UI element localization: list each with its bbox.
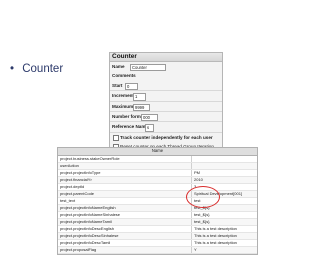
start-label: Start xyxy=(112,82,123,88)
table-row[interactable]: project.projectInfoNameTamil test_${s} xyxy=(58,218,257,226)
row-name-cell: project.proposalFlag xyxy=(60,246,97,252)
comments-row: Comments xyxy=(110,71,222,80)
bullet-label: Counter xyxy=(22,63,64,75)
row-value-cell[interactable]: This is a test description xyxy=(191,232,257,239)
table-row[interactable]: project.projectInfoType PM xyxy=(58,169,257,177)
row-name-cell: project.projectInfoDescEnglish xyxy=(60,225,115,231)
row-name-cell: project.projectInfoNameEnglish xyxy=(60,204,116,210)
table-row[interactable]: userAction xyxy=(58,162,257,170)
name-row: Name Counter xyxy=(110,62,222,72)
highlight-circle xyxy=(186,186,220,208)
table-row[interactable]: project.projectInfoDescEnglish This is a … xyxy=(58,225,257,233)
row-value-cell[interactable] xyxy=(191,155,257,162)
bullet-item: • Counter xyxy=(10,63,63,75)
row-name-cell: userAction xyxy=(60,162,79,168)
row-value-cell[interactable]: This is a test description xyxy=(191,225,257,232)
start-row: Start 0 xyxy=(110,81,222,92)
parameters-table: Name project.business.stakeOwnerRole user… xyxy=(57,147,258,255)
table-header: Name xyxy=(58,148,257,156)
counter-title: Counter xyxy=(110,53,222,62)
row-name-cell: project.parentCode xyxy=(60,190,95,196)
increment-row: Increment 1 xyxy=(110,91,222,102)
table-row[interactable]: project.parentCode Spiritual Development[… xyxy=(58,190,257,198)
name-label: Name xyxy=(112,64,125,69)
row-name-cell: project.projectInfoType xyxy=(60,169,101,175)
number-format-label: Number format xyxy=(112,113,145,119)
number-format-row: Number format 000 xyxy=(110,112,222,123)
table-row[interactable]: project.projectInfoDescTamil This is a te… xyxy=(58,239,257,247)
track-counter-row: Track counter independently for each use… xyxy=(110,133,222,142)
name-field[interactable]: Counter xyxy=(130,64,166,72)
row-value-cell[interactable]: Y xyxy=(191,246,257,253)
table-row[interactable]: project.proposalFlag Y xyxy=(58,246,257,254)
track-counter-label: Track counter independently for each use… xyxy=(120,134,213,140)
row-value-cell[interactable]: test_${s} xyxy=(191,211,257,218)
maximum-row: Maximum 9999 xyxy=(110,102,222,112)
reference-name-label: Reference Name xyxy=(112,124,149,130)
reference-name-row: Reference Name s xyxy=(110,122,222,133)
row-value-cell[interactable]: test_${s} xyxy=(191,218,257,225)
increment-label: Increment xyxy=(112,93,134,99)
row-value-cell[interactable] xyxy=(191,162,257,169)
row-value-cell[interactable]: This is a test description xyxy=(191,239,257,246)
row-name-cell: project.projectInfoNameTamil xyxy=(60,218,112,224)
comments-label: Comments xyxy=(112,73,136,79)
table-row[interactable]: project.projectInfoNameEnglish test_${s} xyxy=(58,204,257,212)
row-name-cell: project.projectInfoNameSinhalese xyxy=(60,211,121,217)
row-name-cell: project.business.stakeOwnerRole xyxy=(60,155,120,161)
row-value-cell[interactable]: 2010 xyxy=(191,176,257,183)
table-body: project.business.stakeOwnerRole userActio… xyxy=(58,155,257,254)
row-name-cell: test_text xyxy=(60,197,76,203)
maximum-field[interactable]: 9999 xyxy=(133,103,150,111)
table-row[interactable]: project.business.stakeOwnerRole xyxy=(58,155,257,163)
table-row[interactable]: project.deptId 3 xyxy=(58,183,257,191)
bullet-dot: • xyxy=(10,63,15,75)
table-row[interactable]: project.projectInfoNameSinhalese test_${s… xyxy=(58,211,257,219)
start-field[interactable]: 0 xyxy=(125,82,138,91)
row-name-cell: project.deptId xyxy=(60,183,85,189)
row-value-cell[interactable]: PM xyxy=(191,169,257,176)
track-counter-checkbox[interactable] xyxy=(113,134,119,141)
number-format-field[interactable]: 000 xyxy=(141,113,158,122)
row-name-cell: project.projectInfoDescTamil xyxy=(60,239,111,245)
table-row[interactable]: project.financialYr 2010 xyxy=(58,176,257,184)
row-name-cell: project.projectInfoDescSinhalese xyxy=(60,232,119,238)
table-row[interactable]: test_text test xyxy=(58,197,257,205)
table-row[interactable]: project.projectInfoDescSinhalese This is … xyxy=(58,232,257,240)
reference-name-field[interactable]: s xyxy=(145,124,154,132)
increment-field[interactable]: 1 xyxy=(133,93,146,101)
row-name-cell: project.financialYr xyxy=(60,176,92,182)
maximum-label: Maximum xyxy=(112,103,134,109)
